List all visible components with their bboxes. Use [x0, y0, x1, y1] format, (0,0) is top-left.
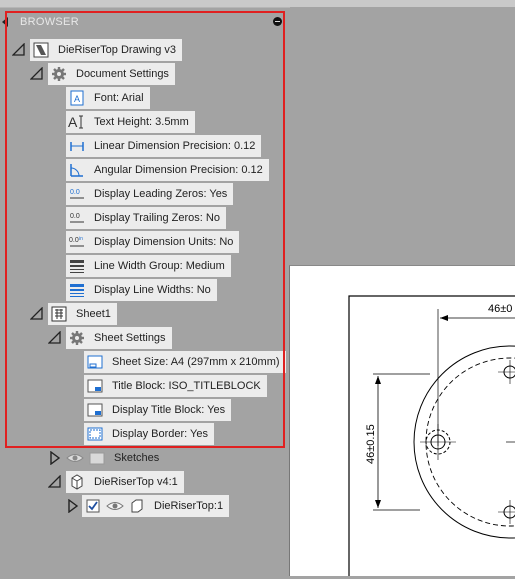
browser-title: BROWSER: [20, 16, 79, 28]
tree-item-drawing-root[interactable]: DieRiserTop Drawing v3: [30, 39, 182, 61]
angular-dimension-icon: [68, 161, 86, 179]
setting-label: Title Block: ISO_TITLEBLOCK: [112, 380, 261, 392]
hole: [420, 424, 456, 460]
setting-title-block[interactable]: Title Block: ISO_TITLEBLOCK: [84, 375, 267, 397]
component-label: DieRiserTop v4:1: [94, 476, 178, 488]
tree-item-sheet-settings[interactable]: Sheet Settings: [66, 327, 172, 349]
setting-label: Linear Dimension Precision: 0.12: [94, 140, 256, 152]
minimize-panel-icon[interactable]: [273, 17, 282, 26]
trailing-zeros-icon: 0.0: [68, 209, 86, 227]
document-settings-label: Document Settings: [76, 68, 169, 80]
tree-item-component[interactable]: DieRiserTop v4:1: [66, 471, 184, 493]
expanded-triangle-icon[interactable]: [48, 475, 62, 489]
font-icon: A: [68, 89, 86, 107]
svg-text:A: A: [74, 94, 80, 104]
expanded-triangle-icon[interactable]: [48, 331, 62, 345]
drawing-document-icon: [32, 41, 50, 59]
gear-icon: [50, 65, 68, 83]
canvas-background: [290, 7, 515, 265]
setting-label: Display Title Block: Yes: [112, 404, 226, 416]
expanded-triangle-icon[interactable]: [12, 43, 26, 57]
arrowhead: [375, 376, 381, 384]
setting-line-width-group[interactable]: Line Width Group: Medium: [66, 255, 231, 277]
tree-item-sketches[interactable]: Sketches: [64, 447, 165, 469]
setting-dimension-units[interactable]: 0.0 in Display Dimension Units: No: [66, 231, 240, 253]
expanded-triangle-icon[interactable]: [30, 67, 44, 81]
setting-text-height[interactable]: A Text Height: 3.5mm: [66, 111, 195, 133]
display-border-icon: [86, 425, 104, 443]
setting-label: Display Line Widths: No: [94, 284, 211, 296]
component-icon: [68, 473, 86, 491]
setting-label: Sheet Size: A4 (297mm x 210mm): [112, 356, 280, 368]
setting-label: Line Width Group: Medium: [94, 260, 225, 272]
svg-text:0.0: 0.0: [69, 237, 79, 244]
svg-text:0.0: 0.0: [70, 213, 80, 220]
line-width-group-icon: [68, 257, 86, 275]
setting-font[interactable]: A Font: Arial: [66, 87, 150, 109]
vertical-dimension-text: 46±0.15: [365, 424, 377, 464]
setting-label: Text Height: 3.5mm: [94, 116, 189, 128]
tree-root-label: DieRiserTop Drawing v3: [58, 44, 176, 56]
svg-text:in: in: [79, 236, 83, 242]
setting-line-widths[interactable]: Display Line Widths: No: [66, 279, 217, 301]
setting-leading-zeros[interactable]: 0.0 Display Leading Zeros: Yes: [66, 183, 234, 205]
body-label: DieRiserTop:1: [154, 500, 224, 512]
tree-item-document-settings[interactable]: Document Settings: [48, 63, 175, 85]
setting-label: Display Dimension Units: No: [94, 236, 234, 248]
display-title-block-icon: [86, 401, 104, 419]
expanded-triangle-icon[interactable]: [30, 307, 44, 321]
setting-display-title-block[interactable]: Display Title Block: Yes: [84, 399, 232, 421]
sheet-icon: [50, 305, 68, 323]
setting-display-border[interactable]: Display Border: Yes: [84, 423, 214, 445]
line-widths-icon: [68, 281, 86, 299]
svg-text:0.0: 0.0: [70, 189, 80, 196]
sketches-label: Sketches: [114, 452, 160, 464]
setting-sheet-size[interactable]: Sheet Size: A4 (297mm x 210mm): [84, 351, 286, 373]
dimension-units-icon: 0.0 in: [68, 233, 86, 251]
sheet1-label: Sheet1: [76, 308, 111, 320]
collapse-panel-icon[interactable]: [2, 17, 8, 27]
drawing-view: 46±0 46±0.15: [348, 295, 515, 579]
body-icon: [128, 497, 146, 515]
sheet-size-icon: [86, 353, 104, 371]
horizontal-dimension-text: 46±0: [488, 303, 512, 315]
browser-header: BROWSER: [0, 10, 290, 34]
setting-angular-precision[interactable]: Angular Dimension Precision: 0.12: [66, 159, 269, 181]
linear-dimension-icon: [68, 137, 86, 155]
eye-icon[interactable]: [66, 449, 84, 467]
leading-zeros-icon: 0.0: [68, 185, 86, 203]
collapsed-triangle-icon[interactable]: [66, 499, 80, 513]
sheet-settings-label: Sheet Settings: [94, 332, 166, 344]
setting-label: Display Leading Zeros: Yes: [94, 188, 228, 200]
arrowhead: [375, 500, 381, 508]
title-block-icon: [86, 377, 104, 395]
tree-item-body[interactable]: DieRiserTop:1: [82, 495, 230, 517]
hole: [498, 500, 515, 524]
drawing-sheet: 46±0 46±0.15: [289, 265, 515, 579]
setting-label: Display Border: Yes: [112, 428, 208, 440]
collapsed-triangle-icon[interactable]: [48, 451, 62, 465]
text-height-icon: A: [68, 113, 86, 131]
setting-trailing-zeros[interactable]: 0.0 Display Trailing Zeros: No: [66, 207, 226, 229]
gear-icon: [68, 329, 86, 347]
tree-item-sheet1[interactable]: Sheet1: [48, 303, 117, 325]
folder-icon: [88, 449, 106, 467]
setting-label: Font: Arial: [94, 92, 144, 104]
checkbox-checked-icon[interactable]: [84, 497, 102, 515]
setting-label: Angular Dimension Precision: 0.12: [94, 164, 263, 176]
eye-icon[interactable]: [106, 497, 124, 515]
setting-label: Display Trailing Zeros: No: [94, 212, 220, 224]
hole: [498, 360, 515, 384]
setting-linear-precision[interactable]: Linear Dimension Precision: 0.12: [66, 135, 262, 157]
svg-text:A: A: [68, 114, 78, 130]
arrowhead: [440, 315, 448, 321]
